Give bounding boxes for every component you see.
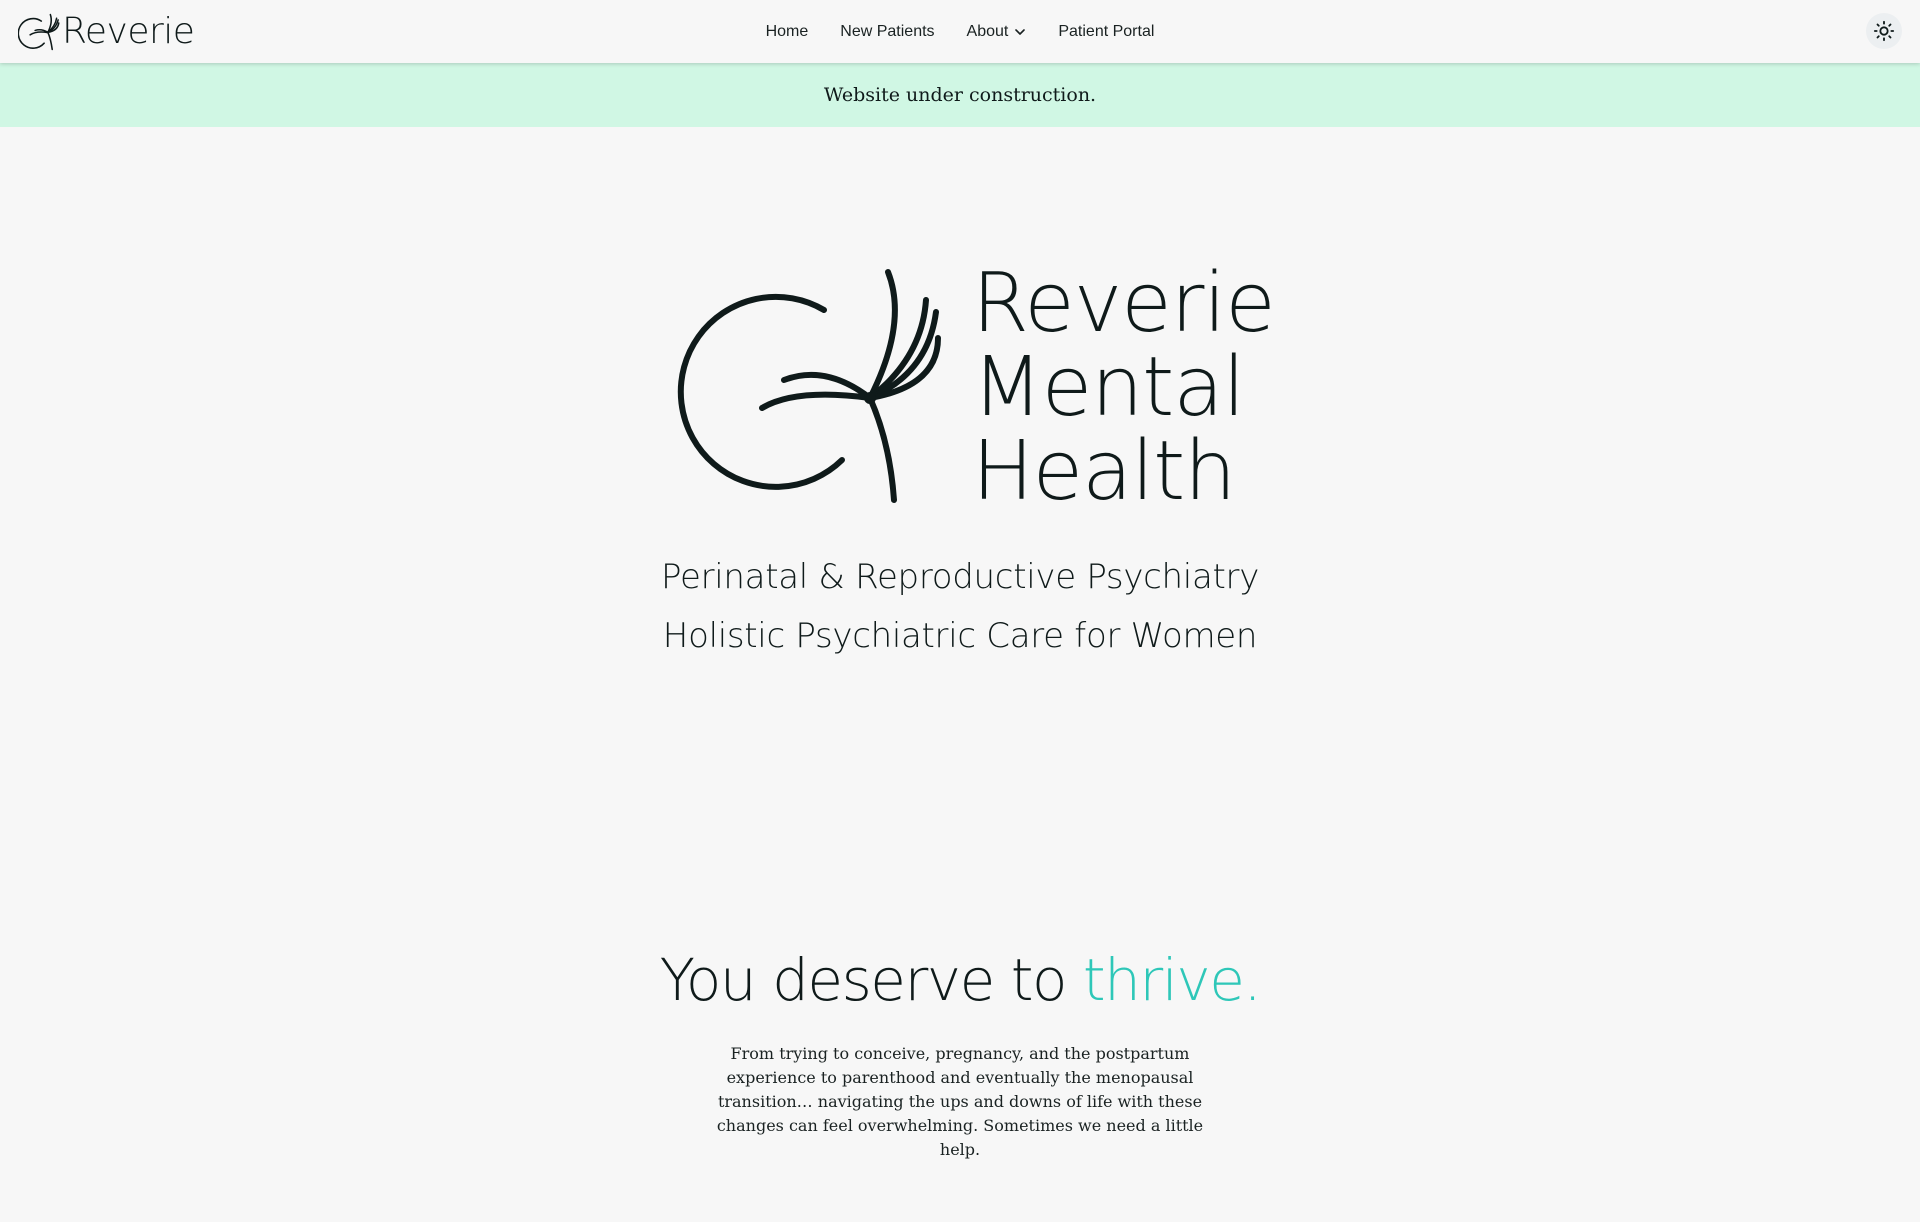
reverie-emblem-icon <box>677 269 941 503</box>
hero-subtitle: Holistic Psychiatric Care for Women <box>662 616 1258 656</box>
top-navbar: Reverie Home New Patients About Patient … <box>0 0 1920 63</box>
hero-subtitles: Perinatal & Reproductive Psychiatry Holi… <box>0 548 1920 666</box>
banner-text: Website under construction. <box>823 84 1097 106</box>
nav-link-patient-portal[interactable]: Patient Portal <box>1042 15 1170 49</box>
main-nav: Home New Patients About Patient Portal <box>0 0 1920 63</box>
nav-link-about-label: About <box>966 22 1009 40</box>
hero-title-line: Mental <box>972 340 1245 435</box>
nav-link-home[interactable]: Home <box>750 15 825 49</box>
tagline-prefix: You deserve to <box>659 946 1083 1014</box>
intro-paragraph: From trying to conceive, pregnancy, and … <box>716 1044 1204 1159</box>
hero-title: Reverie Mental Health <box>972 256 1276 519</box>
chevron-down-icon <box>1014 26 1026 38</box>
hero-title-line: Health <box>972 424 1236 519</box>
nav-link-new-patients[interactable]: New Patients <box>824 15 950 49</box>
theme-toggle-button[interactable] <box>1866 13 1902 49</box>
hero-title-line: Reverie <box>972 256 1276 351</box>
hero-subtitle: Perinatal & Reproductive Psychiatry <box>660 557 1260 597</box>
hero-logo: Reverie Mental Health <box>676 262 1276 514</box>
sun-icon <box>1873 20 1895 42</box>
tagline-accent: thrive. <box>1082 946 1262 1014</box>
construction-banner: Website under construction. <box>0 63 1920 127</box>
tagline-heading: You deserve to thrive. <box>0 940 1920 1020</box>
nav-link-about[interactable]: About <box>951 15 1043 49</box>
